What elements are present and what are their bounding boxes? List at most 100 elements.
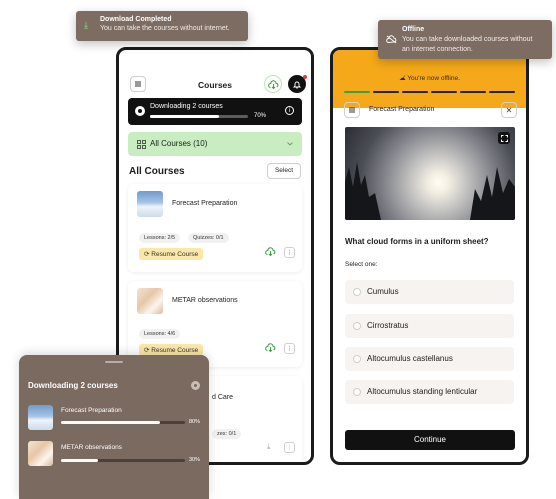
toast-title: Download Completed: [100, 16, 172, 23]
cloud-off-icon: [386, 35, 397, 44]
answer-radio[interactable]: [353, 388, 361, 396]
lesson-progress-segment: [460, 91, 486, 93]
sheet-title: Downloading 2 courses: [28, 381, 118, 390]
close-button[interactable]: ✕: [501, 102, 517, 118]
more-vertical-icon: ⋮: [286, 445, 293, 451]
cloud-download-button[interactable]: [264, 75, 282, 93]
lesson-progress: [344, 91, 515, 93]
course-thumbnail: [137, 191, 163, 217]
more-options-button[interactable]: ⋮: [284, 343, 295, 354]
more-vertical-icon: ⋮: [286, 250, 293, 256]
answer-option[interactable]: Altocumulus castellanus: [345, 347, 514, 371]
more-options-button[interactable]: ⋮: [284, 247, 295, 258]
cloud-download-icon: [267, 79, 278, 89]
download-percent: 80%: [189, 419, 201, 425]
quiz-phone: ☁̸ You're now offline. Forecast Preparat…: [330, 47, 529, 465]
notification-dot: [303, 75, 307, 79]
download-thumbnail: [28, 405, 53, 430]
info-icon: [194, 384, 197, 387]
sheet-info-button[interactable]: [191, 381, 200, 390]
download-thumbnail: [28, 441, 53, 466]
download-completed-toast: ⤓ Download Completed You can take the co…: [76, 11, 248, 41]
expand-icon: [500, 134, 508, 142]
course-title: Forecast Preparation: [172, 200, 238, 207]
resume-course-button[interactable]: ⟳ Resume Course: [139, 248, 204, 260]
more-vertical-icon: ⋮: [286, 346, 293, 352]
course-card[interactable]: Forecast Preparation Lessons: 2/5 Quizze…: [128, 184, 302, 272]
course-title: METAR observations: [172, 297, 238, 304]
answer-option[interactable]: Cirrostratus: [345, 314, 514, 338]
question-text: What cloud forms in a uniform sheet?: [345, 237, 489, 246]
course-filter-label: All Courses (10): [150, 139, 208, 148]
chevron-down-icon: [287, 142, 293, 146]
cloud-off-icon: ☁̸: [399, 75, 406, 82]
menu-icon: [349, 107, 355, 113]
answer-radio[interactable]: [353, 355, 361, 363]
sheet-drag-handle[interactable]: [105, 361, 123, 363]
downloading-banner[interactable]: Downloading 2 courses 70% i: [128, 98, 302, 125]
downloading-percent: 70%: [254, 113, 267, 119]
more-options-button[interactable]: ⋮: [284, 442, 295, 453]
info-icon[interactable]: i: [285, 106, 294, 115]
download-progress-fill: [61, 459, 99, 462]
download-progress-fill: [61, 421, 161, 424]
select-one-prompt: Select one:: [345, 261, 378, 268]
resume-course-label: Resume Course: [151, 251, 199, 258]
refresh-icon: ⟳: [144, 251, 150, 258]
answer-radio[interactable]: [353, 322, 361, 330]
lessons-badge: Lessons: 4/6: [139, 329, 181, 339]
section-title: All Courses: [129, 166, 185, 177]
download-progress-track: [61, 421, 185, 424]
answer-text: Cirrostratus: [367, 321, 409, 330]
bell-icon: [293, 81, 301, 88]
lesson-progress-segment: [489, 91, 515, 93]
download-check-icon: ⤓: [84, 20, 88, 30]
cloud-photo: [345, 127, 515, 220]
expand-button[interactable]: [498, 132, 510, 144]
lesson-menu-button[interactable]: [344, 102, 360, 118]
offline-banner-row: ☁̸ You're now offline.: [333, 74, 526, 82]
answer-text: Altocumulus castellanus: [367, 354, 453, 363]
offline-toast: Offline You can take downloaded courses …: [378, 20, 552, 59]
toast-message: You can take the courses without interne…: [100, 25, 230, 32]
course-title: d Care: [212, 394, 234, 401]
offline-banner-text: You're now offline.: [407, 75, 460, 82]
answer-text: Altocumulus standing lenticular: [367, 387, 478, 396]
resume-course-label: Resume Course: [151, 347, 199, 354]
notifications-button[interactable]: [288, 75, 307, 93]
download-percent: 30%: [189, 457, 201, 463]
lesson-progress-segment: [402, 91, 428, 93]
lessons-badge: Lessons: 2/5: [139, 233, 181, 243]
download-icon[interactable]: ⤓: [267, 442, 271, 452]
downloading-progress-track: [150, 115, 248, 118]
toast-message-line-2: an internet connection.: [402, 46, 473, 53]
answer-radio[interactable]: [353, 288, 361, 296]
course-thumbnail: [137, 288, 163, 314]
tree-silhouettes: [345, 162, 515, 220]
download-progress-track: [61, 459, 185, 462]
page-title: Courses: [197, 80, 232, 90]
download-title: METAR observations: [61, 444, 122, 451]
quizzes-badge: zes: 0/1: [212, 429, 242, 439]
download-status-icon: [135, 106, 145, 116]
courses-header: Courses: [119, 50, 311, 93]
downloading-label: Downloading 2 courses: [150, 103, 223, 110]
answer-option[interactable]: Altocumulus standing lenticular: [345, 380, 514, 404]
cloud-download-icon[interactable]: [265, 343, 276, 354]
lesson-progress-segment: [431, 91, 457, 93]
course-filter-dropdown[interactable]: All Courses (10): [128, 132, 302, 156]
select-button[interactable]: Select: [267, 163, 301, 179]
downloads-sheet: Downloading 2 courses Forecast Preparati…: [19, 355, 209, 499]
refresh-icon: ⟳: [144, 347, 150, 354]
lesson-progress-segment: [344, 91, 370, 93]
cloud-download-icon[interactable]: [265, 247, 276, 258]
lesson-title: Forecast Preparation: [369, 106, 435, 113]
toast-title: Offline: [402, 26, 425, 33]
grid-icon: [137, 140, 146, 149]
close-icon: ✕: [505, 105, 513, 115]
downloading-progress-fill: [150, 115, 219, 118]
quizzes-badge: Quizzes: 0/1: [188, 233, 229, 243]
continue-button[interactable]: Continue: [345, 430, 515, 450]
toast-message-line-1: You can take downloaded courses without: [402, 36, 533, 43]
answer-option[interactable]: Cumulus: [345, 280, 514, 304]
